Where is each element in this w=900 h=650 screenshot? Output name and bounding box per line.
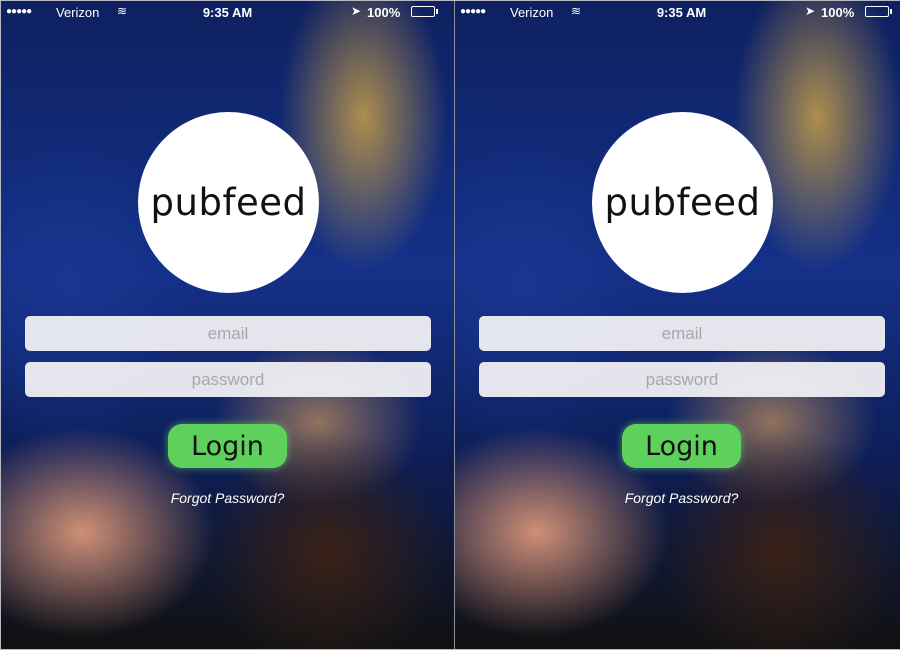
location-arrow-icon: ➤ bbox=[351, 4, 362, 18]
battery-icon bbox=[411, 6, 435, 17]
battery-percent: 100% bbox=[821, 5, 855, 20]
login-button[interactable]: Login bbox=[622, 424, 741, 468]
logo-text: pubfeed bbox=[150, 181, 307, 224]
logo-text: pubfeed bbox=[604, 181, 761, 224]
forgot-password-link[interactable]: Forgot Password? bbox=[455, 490, 900, 506]
password-field[interactable] bbox=[25, 362, 431, 397]
battery-percent: 100% bbox=[367, 5, 401, 20]
email-field[interactable] bbox=[479, 316, 885, 351]
battery-tip bbox=[436, 9, 438, 14]
pubfeed-logo: pubfeed bbox=[138, 112, 319, 293]
battery-tip bbox=[890, 9, 892, 14]
battery-icon bbox=[865, 6, 889, 17]
location-arrow-icon: ➤ bbox=[805, 4, 816, 18]
status-bar: ●●●●● Verizon ≋ 9:35 AM ➤ 100% bbox=[455, 1, 900, 23]
phone-screen-left: ●●●●● Verizon ≋ 9:35 AM ➤ 100% pubfeed L… bbox=[1, 1, 454, 649]
forgot-password-link[interactable]: Forgot Password? bbox=[1, 490, 454, 506]
status-bar: ●●●●● Verizon ≋ 9:35 AM ➤ 100% bbox=[1, 1, 454, 23]
pubfeed-logo: pubfeed bbox=[592, 112, 773, 293]
phone-screen-right: ●●●●● Verizon ≋ 9:35 AM ➤ 100% pubfeed L… bbox=[455, 1, 900, 649]
screenshot-frame: ●●●●● Verizon ≋ 9:35 AM ➤ 100% pubfeed L… bbox=[0, 0, 900, 650]
password-field[interactable] bbox=[479, 362, 885, 397]
email-field[interactable] bbox=[25, 316, 431, 351]
login-button[interactable]: Login bbox=[168, 424, 287, 468]
